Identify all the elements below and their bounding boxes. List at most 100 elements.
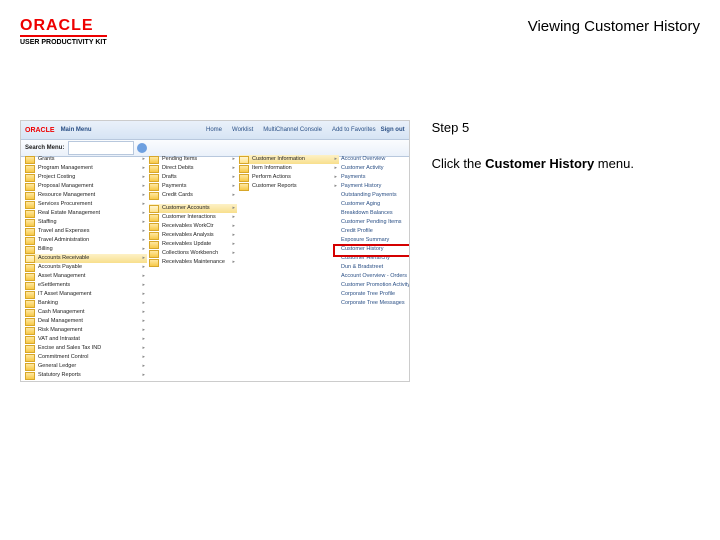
chevron-right-icon: ▸ [142, 264, 145, 271]
menu-item[interactable]: Drafts▸ [149, 173, 237, 182]
submenu-item[interactable]: Credit Profile [341, 227, 410, 236]
menu-item[interactable]: Cash Management▸ [25, 308, 147, 317]
chevron-right-icon: ▸ [142, 273, 145, 280]
chevron-right-icon: ▸ [142, 354, 145, 361]
menu-item[interactable]: IT Asset Management▸ [25, 290, 147, 299]
chevron-right-icon: ▸ [142, 336, 145, 343]
nav-link[interactable]: Add to Favorites [332, 127, 376, 133]
folder-icon [149, 214, 159, 222]
folder-icon [25, 300, 35, 308]
menu-item[interactable]: Billing▸ [25, 245, 147, 254]
chevron-right-icon: ▸ [142, 183, 145, 190]
menu-item[interactable]: Asset Management▸ [25, 272, 147, 281]
menu-item[interactable]: Services Procurement▸ [25, 200, 147, 209]
menu-item[interactable]: Customer Reports▸ [239, 182, 339, 191]
submenu-item[interactable]: Account Overview [341, 155, 410, 164]
folder-icon [25, 327, 35, 335]
menu-item[interactable]: Receivables Update▸ [149, 240, 237, 249]
menu-item[interactable]: Receivables WorkCtr▸ [149, 222, 237, 231]
top-nav: Home Worklist MultiChannel Console Add to F… [201, 127, 381, 133]
menu-item[interactable]: Real Estate Management▸ [25, 209, 147, 218]
menu-item[interactable]: Proposal Management▸ [25, 182, 147, 191]
submenu-item[interactable]: Breakdown Balances [341, 209, 410, 218]
menu-item[interactable]: Pending Items▸ [149, 155, 237, 164]
submenu-item[interactable]: Customer Promotion Activity [341, 281, 410, 290]
menu-item[interactable]: Customer Accounts▸ [149, 204, 237, 213]
menu-item[interactable]: Staffing▸ [25, 218, 147, 227]
nav-link[interactable]: MultiChannel Console [263, 127, 322, 133]
logo-sub: USER PRODUCTIVITY KIT [20, 35, 107, 46]
folder-icon [149, 232, 159, 240]
menu-item[interactable]: VAT and Intrastat▸ [25, 335, 147, 344]
search-label: Search Menu: [25, 145, 64, 151]
submenu-item[interactable]: Outstanding Payments [341, 191, 410, 200]
menu-item[interactable]: Accounts Payable▸ [25, 263, 147, 272]
menu-item[interactable]: Resource Management▸ [25, 191, 147, 200]
menu-item[interactable]: Item Information▸ [239, 164, 339, 173]
folder-icon [25, 309, 35, 317]
chevron-right-icon: ▸ [142, 291, 145, 298]
submenu-item[interactable]: Customer Activity [341, 164, 410, 173]
submenu-item[interactable]: Payments [341, 173, 410, 182]
menu-item[interactable]: Travel Administration▸ [25, 236, 147, 245]
folder-icon [149, 250, 159, 258]
menu-item[interactable]: Customer Information▸ [239, 155, 339, 164]
menu-item[interactable]: Travel and Expenses▸ [25, 227, 147, 236]
main-menu-link[interactable]: Main Menu [61, 127, 92, 133]
submenu-item[interactable]: Customer Aging [341, 200, 410, 209]
menu-item[interactable]: Deal Management▸ [25, 317, 147, 326]
folder-icon [149, 156, 159, 164]
menu-item[interactable]: Commitment Control▸ [25, 353, 147, 362]
app-header: ORACLE Main Menu HomeWorklistMultiChanne… [21, 121, 409, 140]
folder-icon [25, 165, 35, 173]
chevron-right-icon: ▸ [142, 309, 145, 316]
menu-item[interactable]: Receivables Analysis▸ [149, 231, 237, 240]
chevron-right-icon: ▸ [232, 259, 235, 266]
menu-item[interactable]: Banking▸ [25, 299, 147, 308]
submenu-item[interactable]: Account Overview - Orders [341, 272, 410, 281]
submenu-item[interactable]: Payment History [341, 182, 410, 191]
folder-icon [25, 282, 35, 290]
folder-icon [149, 259, 159, 267]
folder-icon [25, 381, 35, 383]
menu-item[interactable]: Project Costing▸ [25, 173, 147, 182]
nav-link[interactable]: Worklist [232, 127, 253, 133]
chevron-right-icon: ▸ [142, 165, 145, 172]
folder-icon [25, 273, 35, 281]
search-input[interactable] [68, 141, 134, 155]
submenu-item[interactable]: Dun & Bradstreet [341, 263, 410, 272]
chevron-right-icon: ▸ [334, 174, 337, 181]
menu-item[interactable]: Program Management▸ [25, 164, 147, 173]
menu-item[interactable]: Accounts Receivable▸ [25, 254, 147, 263]
menu-item[interactable]: Grants▸ [25, 155, 147, 164]
menu-item[interactable]: Collections Workbench▸ [149, 249, 237, 258]
menu-item[interactable]: Risk Management▸ [25, 326, 147, 335]
nav-link[interactable]: Home [206, 127, 222, 133]
folder-icon [149, 223, 159, 231]
folder-icon [25, 354, 35, 362]
chevron-right-icon: ▸ [232, 156, 235, 163]
folder-icon [25, 372, 35, 380]
chevron-right-icon: ▸ [142, 300, 145, 307]
menu-item[interactable]: Customer Interactions▸ [149, 213, 237, 222]
menu-item[interactable]: Excise and Sales Tax IND▸ [25, 344, 147, 353]
menu-item[interactable]: General Ledger▸ [25, 362, 147, 371]
folder-icon [149, 192, 159, 200]
menu-item[interactable]: Statutory Reports▸ [25, 371, 147, 380]
menu-item[interactable]: PDM Processes▸ [25, 380, 147, 382]
menu-item[interactable]: Perform Actions▸ [239, 173, 339, 182]
submenu-item[interactable]: Corporate Tree Messages [341, 299, 410, 308]
submenu-item[interactable]: Customer Pending Items [341, 218, 410, 227]
instruction-panel: Step 5 Click the Customer History menu. [432, 120, 700, 382]
chevron-right-icon: ▸ [334, 156, 337, 163]
menu-item[interactable]: Receivables Maintenance▸ [149, 258, 237, 267]
signout-link[interactable]: Sign out [381, 127, 405, 133]
submenu-item[interactable]: Corporate Tree Profile [341, 290, 410, 299]
folder-icon [25, 201, 35, 209]
search-go-icon[interactable] [137, 143, 147, 153]
app-screenshot: ORACLE Main Menu HomeWorklistMultiChanne… [20, 120, 410, 382]
menu-item[interactable]: Direct Debits▸ [149, 164, 237, 173]
menu-item[interactable]: eSettlements▸ [25, 281, 147, 290]
menu-item[interactable]: Credit Cards▸ [149, 191, 237, 200]
menu-item[interactable]: Payments▸ [149, 182, 237, 191]
